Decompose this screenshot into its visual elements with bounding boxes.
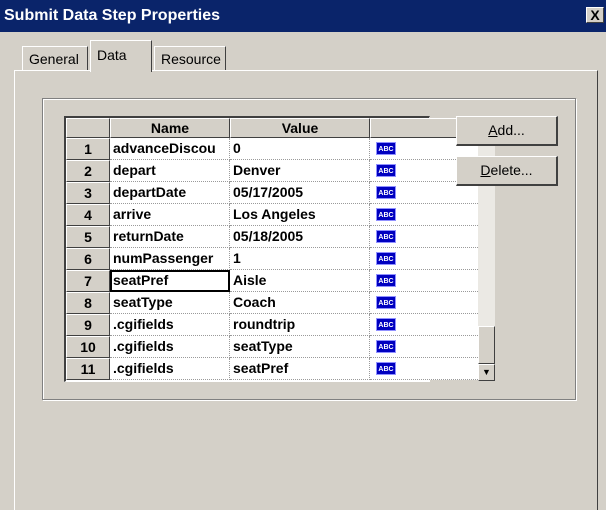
name-cell[interactable]: .cgifields [110,314,230,336]
row-header[interactable]: 2 [66,160,110,182]
type-cell[interactable]: ABC [370,314,478,336]
name-cell[interactable]: advanceDiscou [110,138,230,160]
abc-icon[interactable]: ABC [376,362,396,375]
value-cell[interactable]: seatType [230,336,370,358]
row-header[interactable]: 7 [66,270,110,292]
abc-icon[interactable]: ABC [376,164,396,177]
name-cell[interactable]: .cgifields [110,358,230,380]
column-header-value[interactable]: Value [230,118,370,138]
row-header[interactable]: 6 [66,248,110,270]
type-cell[interactable]: ABC [370,336,478,358]
abc-icon[interactable]: ABC [376,252,396,265]
delete-mnemonic: D [480,162,491,178]
value-cell[interactable]: 0 [230,138,370,160]
abc-icon[interactable]: ABC [376,186,396,199]
row-header[interactable]: 3 [66,182,110,204]
row-header[interactable]: 8 [66,292,110,314]
value-cell[interactable]: Los Angeles [230,204,370,226]
abc-icon[interactable]: ABC [376,208,396,221]
type-cell[interactable]: ABC [370,358,478,380]
name-cell[interactable]: seatPref [110,270,230,292]
name-cell[interactable]: seatType [110,292,230,314]
abc-icon[interactable]: ABC [376,230,396,243]
name-cell[interactable]: .cgifields [110,336,230,358]
value-cell[interactable]: Aisle [230,270,370,292]
scroll-down-button[interactable]: ▼ [478,364,495,381]
abc-icon[interactable]: ABC [376,142,396,155]
type-cell[interactable]: ABC [370,204,478,226]
row-header[interactable]: 10 [66,336,110,358]
row-header[interactable]: 9 [66,314,110,336]
abc-icon[interactable]: ABC [376,274,396,287]
scroll-thumb[interactable] [478,326,495,364]
value-cell[interactable]: seatPref [230,358,370,380]
tab-data[interactable]: Data [90,40,152,72]
column-header-name[interactable]: Name [110,118,230,138]
type-cell[interactable]: ABC [370,248,478,270]
value-cell[interactable]: Coach [230,292,370,314]
value-cell[interactable]: 05/17/2005 [230,182,370,204]
arrow-down-icon: ▼ [482,367,491,377]
row-header[interactable]: 1 [66,138,110,160]
window-title: Submit Data Step Properties [4,7,221,24]
properties-dialog: Submit Data Step Properties X General Da… [0,0,606,510]
title-bar: Submit Data Step Properties X [0,0,606,32]
abc-icon[interactable]: ABC [376,296,396,309]
data-grid[interactable]: Name Value ▲ ▼ 1advanceDiscou0ABC2depart… [64,116,495,382]
name-cell[interactable]: returnDate [110,226,230,248]
add-button[interactable]: Add... [456,116,558,146]
name-cell[interactable]: departDate [110,182,230,204]
value-cell[interactable]: Denver [230,160,370,182]
close-icon: X [590,7,600,23]
value-cell[interactable]: 05/18/2005 [230,226,370,248]
corner-header [66,118,110,138]
type-cell[interactable]: ABC [370,226,478,248]
delete-label: elete... [490,162,533,178]
row-header[interactable]: 11 [66,358,110,380]
abc-icon[interactable]: ABC [376,340,396,353]
delete-button[interactable]: Delete... [456,156,558,186]
row-header[interactable]: 5 [66,226,110,248]
name-cell[interactable]: depart [110,160,230,182]
close-button[interactable]: X [586,7,604,23]
abc-icon[interactable]: ABC [376,318,396,331]
value-cell[interactable]: 1 [230,248,370,270]
tab-general[interactable]: General [22,46,88,70]
add-label: dd... [497,122,525,138]
tab-resource[interactable]: Resource [154,46,226,70]
name-cell[interactable]: numPassenger [110,248,230,270]
type-cell[interactable]: ABC [370,292,478,314]
row-header[interactable]: 4 [66,204,110,226]
value-cell[interactable]: roundtrip [230,314,370,336]
add-mnemonic: A [488,122,498,138]
type-cell[interactable]: ABC [370,270,478,292]
name-cell[interactable]: arrive [110,204,230,226]
